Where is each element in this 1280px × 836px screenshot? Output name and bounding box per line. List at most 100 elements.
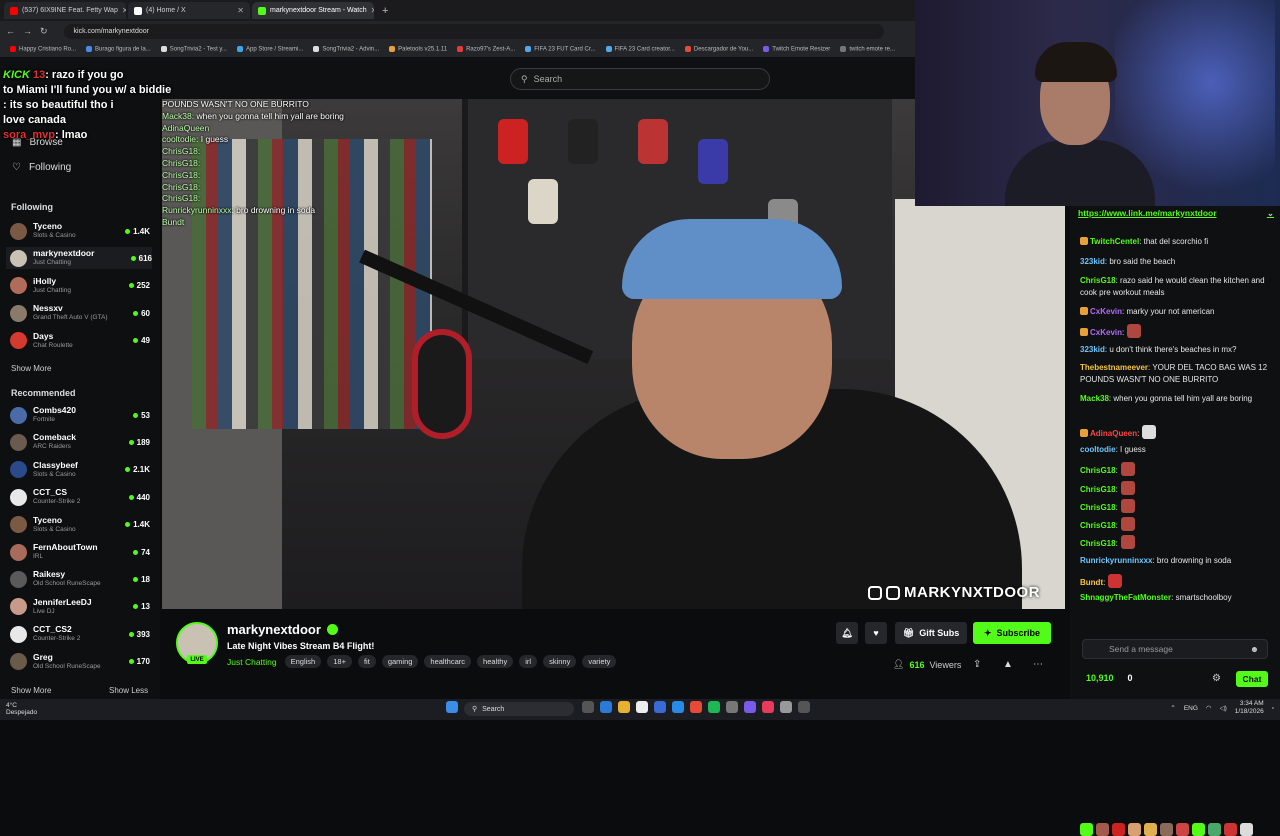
streamer-name[interactable]: markynextdoor	[227, 622, 338, 637]
sidebar-channel-cct_cs2[interactable]: CCT_CS2 Counter-Strike 2 393	[10, 623, 150, 645]
notification-bell-button[interactable]: 🔔︎	[836, 622, 858, 644]
chat-username[interactable]: AdinaQueen	[1090, 429, 1137, 438]
windows-start-icon[interactable]	[446, 701, 458, 713]
chat-username[interactable]: Bundt	[1080, 578, 1103, 587]
app-icon[interactable]	[726, 701, 738, 713]
bookmark-item[interactable]: twitch emote re...	[840, 45, 895, 52]
bookmark-item[interactable]: FIFA 23 Card creator...	[605, 45, 675, 52]
chat-username[interactable]: Thebestnameever	[1080, 363, 1148, 372]
browser-tab-youtube[interactable]: (537) 6IX9INE Feat. Fetty Wap ✕	[4, 2, 126, 19]
chat-username[interactable]: ChrisG18	[1080, 521, 1116, 530]
close-icon[interactable]: ✕	[237, 6, 244, 15]
show-less-recommended[interactable]: Show Less	[109, 686, 148, 695]
bookmark-item[interactable]: App Store / Streami...	[236, 45, 303, 52]
tag-pill[interactable]: variety	[582, 655, 617, 668]
bookmark-item[interactable]: Twitch Emote Resizer	[763, 45, 830, 52]
share-icon[interactable]: ⇪	[973, 659, 981, 670]
bookmark-item[interactable]: Happy Cristiano Ro...	[10, 45, 76, 52]
tag-pill[interactable]: gaming	[381, 655, 419, 668]
tag-pill[interactable]: healthy	[477, 655, 514, 668]
wifi-icon[interactable]: ◠	[1206, 704, 1212, 712]
tag-pill[interactable]: healthcarc	[424, 655, 472, 668]
sidebar-channel-comeback[interactable]: Comeback ARC Raiders 189	[10, 431, 150, 453]
app-icon[interactable]	[780, 701, 792, 713]
taskbar-search[interactable]: ⚲ Search	[464, 702, 574, 716]
search-input[interactable]: ⚲ Search	[510, 68, 770, 90]
edge-icon[interactable]	[600, 701, 612, 713]
notification-icon[interactable]: ▫	[1272, 705, 1274, 712]
reload-icon[interactable]: ↻	[40, 26, 48, 37]
chevron-down-icon[interactable]: ⌄	[1267, 208, 1274, 220]
emote-icon[interactable]	[1112, 823, 1125, 836]
emote-icon[interactable]	[1080, 823, 1093, 836]
emote-icon[interactable]	[1128, 823, 1141, 836]
url-field[interactable]: kick.com/markynextdoor	[63, 23, 884, 39]
bookmark-item[interactable]: Burago figura de la...	[86, 45, 151, 52]
spotify-icon[interactable]	[708, 701, 720, 713]
browser-tab-kick[interactable]: markynextdoor Stream - Watch ✕	[252, 2, 374, 19]
close-icon[interactable]: ✕	[122, 6, 126, 15]
app-icon[interactable]	[654, 701, 666, 713]
tag-pill[interactable]: irl	[519, 655, 538, 668]
tag-pill[interactable]: skinny	[543, 655, 577, 668]
sidebar-channel-nessxv[interactable]: Nessxv Grand Theft Auto V (GTA) 60	[10, 302, 150, 324]
chevron-up-icon[interactable]: ⌃	[1170, 704, 1175, 712]
app-icon[interactable]	[672, 701, 684, 713]
chat-username[interactable]: CxKevin	[1090, 328, 1122, 337]
emote-icon[interactable]	[1240, 823, 1253, 836]
show-more-following[interactable]: Show More	[11, 364, 51, 373]
emote-icon[interactable]	[1160, 823, 1173, 836]
sidebar-channel-cct_cs[interactable]: CCT_CS Counter-Strike 2 440	[10, 486, 150, 508]
tag-pill[interactable]: 18+	[327, 655, 352, 668]
new-tab-button[interactable]: +	[376, 5, 394, 17]
emoji-icon[interactable]: ☻	[1250, 644, 1259, 654]
chat-username[interactable]: CxKevin	[1090, 307, 1122, 316]
forward-icon[interactable]: →	[23, 26, 32, 36]
sidebar-channel-combs420[interactable]: Combs420 Fortnite 53	[10, 404, 150, 426]
subscribe-button[interactable]: ✦ Subscribe	[973, 622, 1051, 644]
chat-username[interactable]: TwitchCentel	[1090, 237, 1139, 246]
language-indicator[interactable]: ENG	[1184, 705, 1198, 712]
close-icon[interactable]: ✕	[371, 6, 374, 15]
emote-icon[interactable]	[1224, 823, 1237, 836]
sidebar-channel-greg[interactable]: Greg Old School RuneScape 170	[10, 651, 150, 673]
tag-pill[interactable]: fit	[357, 655, 376, 668]
chat-username[interactable]: Runrickyrunninxxx	[1080, 556, 1152, 565]
task-view-icon[interactable]	[582, 701, 594, 713]
app-icon[interactable]	[798, 701, 810, 713]
sidebar-channel-tyceno[interactable]: Tyceno Slots & Casino 1.4K	[10, 514, 150, 536]
gift-subs-button[interactable]: 🎁︎ Gift Subs	[895, 622, 967, 644]
sidebar-channel-tyceno[interactable]: Tyceno Slots & Casino 1.4K	[10, 220, 150, 242]
clock[interactable]: 3:34 AM 1/18/2026	[1235, 700, 1264, 716]
chat-username[interactable]: ChrisG18	[1080, 539, 1116, 548]
bookmark-item[interactable]: Descargador de You...	[684, 45, 753, 52]
chat-username[interactable]: ChrisG18	[1080, 503, 1116, 512]
chat-username[interactable]: Mack38	[1080, 394, 1109, 403]
bookmark-item[interactable]: Paletools v25.1.11	[389, 45, 447, 52]
sidebar-channel-iholly[interactable]: iHolly Just Chatting 252	[10, 275, 150, 297]
sidebar-channel-days[interactable]: Days Chat Roulette 49	[10, 330, 150, 352]
follow-button[interactable]: ♥	[865, 622, 887, 644]
emote-icon[interactable]	[1208, 823, 1221, 836]
sidebar-channel-classybeef[interactable]: Classybeef Slots & Casino 2.1K	[10, 459, 150, 481]
tag-pill[interactable]: English	[284, 655, 322, 668]
file-explorer-icon[interactable]	[618, 701, 630, 713]
chat-username[interactable]: ShnaggyTheFatMonster	[1080, 593, 1171, 602]
bookmark-item[interactable]: SongTrivia2 - Advin...	[313, 45, 379, 52]
nav-following[interactable]: ♡ Following	[12, 162, 71, 173]
bookmark-item[interactable]: Razo97's Zest-A...	[457, 45, 515, 52]
browser-tab-x[interactable]: (4) Home / X ✕	[128, 2, 250, 19]
chat-username[interactable]: 323kid	[1080, 257, 1105, 266]
emote-icon[interactable]	[1192, 823, 1205, 836]
show-more-recommended[interactable]: Show More	[11, 686, 51, 695]
chat-message-input[interactable]: Send a message ☻	[1082, 639, 1268, 659]
send-chat-button[interactable]: Chat	[1236, 671, 1268, 687]
emote-icon[interactable]	[1176, 823, 1189, 836]
chat-username[interactable]: ChrisG18	[1080, 485, 1116, 494]
chrome-icon[interactable]	[690, 701, 702, 713]
back-icon[interactable]: ←	[6, 26, 15, 36]
sidebar-channel-raikesy[interactable]: Raikesy Old School RuneScape 18	[10, 568, 150, 590]
sidebar-channel-fernabouttown[interactable]: FernAboutTown IRL 74	[10, 541, 150, 563]
chat-username[interactable]: cooltodie	[1080, 445, 1116, 454]
report-icon[interactable]: ▲	[1003, 659, 1013, 670]
